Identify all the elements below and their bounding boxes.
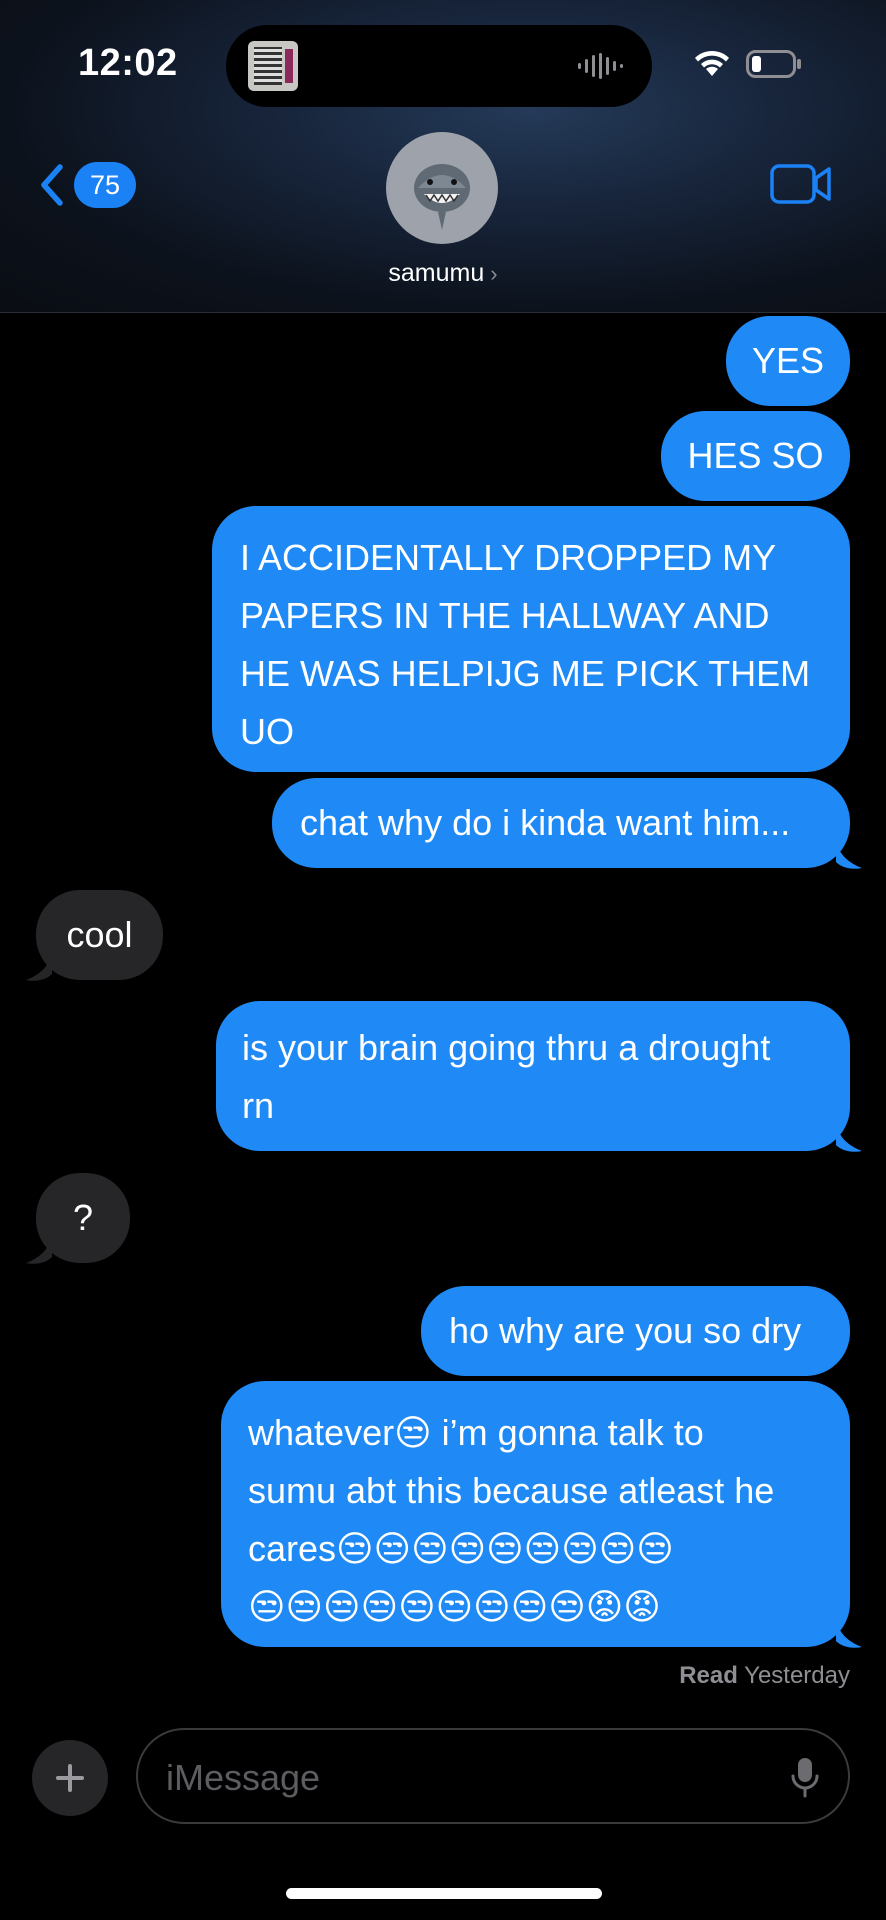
audio-waveform-icon bbox=[578, 53, 623, 79]
bubble-tail bbox=[836, 840, 862, 869]
message-text: ho why are you so dry bbox=[449, 1310, 802, 1351]
shark-memoji-icon bbox=[414, 164, 470, 230]
message-line: HE WAS HELPIJG ME PICK THEM bbox=[240, 653, 811, 694]
status-time: 12:02 bbox=[78, 42, 178, 84]
bubble-tail bbox=[26, 952, 52, 981]
message-bubble-outgoing[interactable]: is your brain going thru a drought rn bbox=[216, 1001, 850, 1151]
dynamic-island[interactable] bbox=[226, 25, 652, 107]
message-line: 😒😒😒😒😒😒😒😒😒😡😡 bbox=[248, 1586, 661, 1627]
message-line: rn bbox=[242, 1085, 275, 1126]
message-line: sumu abt this because atleast he bbox=[248, 1470, 775, 1511]
read-time: Yesterday bbox=[744, 1662, 850, 1689]
back-chevron-icon[interactable] bbox=[34, 162, 74, 208]
battery-icon bbox=[746, 50, 801, 78]
message-bubble-outgoing[interactable]: chat why do i kinda want him... bbox=[272, 778, 850, 868]
message-line: I ACCIDENTALLY DROPPED MY bbox=[240, 537, 777, 578]
bubble-tail bbox=[836, 1619, 862, 1648]
message-text: chat why do i kinda want him... bbox=[300, 802, 791, 843]
message-bubble-outgoing[interactable]: YES bbox=[726, 316, 850, 406]
home-indicator[interactable] bbox=[286, 1888, 602, 1899]
wifi-icon bbox=[695, 50, 729, 76]
contact-avatar[interactable] bbox=[386, 132, 498, 244]
read-receipt: Read Yesterday bbox=[679, 1662, 850, 1690]
now-playing-artwork[interactable] bbox=[248, 41, 298, 91]
message-line: whatever😒 i’m gonna talk to bbox=[248, 1412, 704, 1453]
message-input[interactable]: iMessage bbox=[136, 1728, 850, 1824]
message-line: is your brain going thru a drought bbox=[242, 1027, 771, 1068]
unread-count-badge[interactable]: 75 bbox=[74, 162, 136, 208]
bubble-tail bbox=[26, 1235, 52, 1264]
message-line: PAPERS IN THE HALLWAY AND bbox=[240, 595, 770, 636]
message-bubble-outgoing[interactable]: I ACCIDENTALLY DROPPED MY PAPERS IN THE … bbox=[212, 506, 850, 772]
message-line: cares😒😒😒😒😒😒😒😒😒 bbox=[248, 1528, 674, 1569]
message-input-placeholder: iMessage bbox=[166, 1757, 321, 1798]
contact-chevron-icon: › bbox=[490, 261, 498, 286]
contact-name: samumu bbox=[388, 259, 485, 287]
conversation-header: 12:02 75 samumu › bbox=[0, 0, 886, 313]
message-bubble-outgoing[interactable]: whatever😒 i’m gonna talk to sumu abt thi… bbox=[221, 1381, 850, 1647]
message-text: ? bbox=[72, 1197, 94, 1238]
facetime-video-icon[interactable] bbox=[770, 163, 832, 205]
microphone-icon[interactable] bbox=[790, 1756, 820, 1798]
message-text: cool bbox=[66, 914, 133, 955]
message-text: HES SO bbox=[687, 435, 824, 476]
contact-name-row[interactable]: samumu › bbox=[0, 259, 886, 288]
message-bubble-outgoing[interactable]: HES SO bbox=[661, 411, 850, 501]
message-bubble-outgoing[interactable]: ho why are you so dry bbox=[421, 1286, 850, 1376]
message-bubble-incoming[interactable]: cool bbox=[36, 890, 163, 980]
bubble-tail bbox=[836, 1123, 862, 1152]
message-text: YES bbox=[751, 340, 825, 381]
add-attachment-button[interactable] bbox=[32, 1740, 108, 1816]
message-line: UO bbox=[240, 711, 294, 752]
read-label: Read bbox=[679, 1662, 738, 1689]
